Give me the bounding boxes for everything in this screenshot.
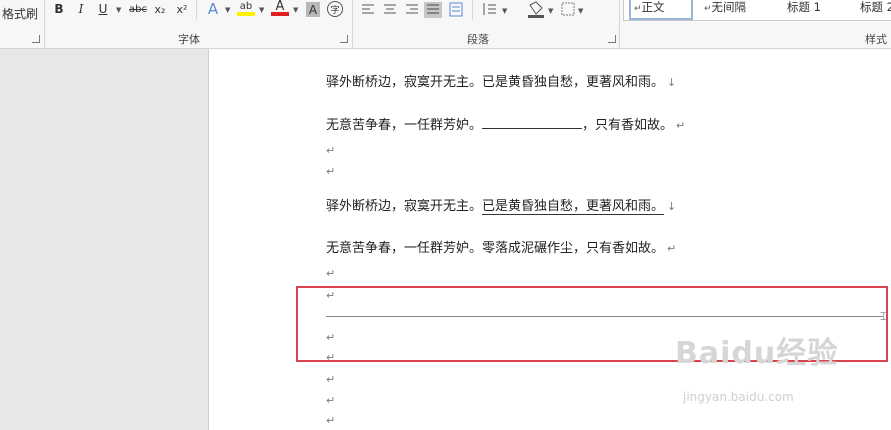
paragraph-mark: ↵ — [326, 414, 336, 427]
ribbon: 格式刷 B I U ▼ abc x₂ x² A ▼ ab ▼ A ▼ A 字 字… — [0, 0, 891, 49]
paragraph-2[interactable]: 无意苦争春，一任群芳妒。 ，只有香如故。 ↵ — [326, 114, 685, 133]
line-break-mark: ↓ — [667, 76, 677, 89]
paragraph-group-label: 段落 — [467, 33, 489, 46]
paragraph-mark: ↵ — [326, 267, 336, 280]
style-no-spacing-label: 无间隔 — [711, 0, 747, 14]
paragraph-text: 驿外断桥边，寂寞开无主。已是黄昏独自愁，更著风和雨。 — [326, 75, 665, 90]
paragraph-text: 无意苦争春，一任群芳妒。 — [326, 118, 483, 133]
svg-text:▼: ▼ — [548, 7, 554, 15]
style-normal[interactable]: ↵正文 — [629, 0, 693, 20]
format-painter-button[interactable]: 格式刷 — [0, 4, 40, 22]
underline-dropdown-icon[interactable]: ▼ — [116, 6, 121, 14]
baidu-watermark: Baidu经验 jingyan.baidu.com — [675, 328, 839, 404]
empty-paragraph[interactable]: ↵ — [326, 164, 335, 179]
paragraph-mark: ↵ — [326, 394, 336, 407]
highlight-dropdown-icon[interactable]: ▼ — [259, 6, 264, 14]
empty-paragraph[interactable]: ↵ — [326, 372, 335, 387]
paragraph-mark: ↵ — [326, 373, 336, 386]
paragraph-text: 驿外断桥边，寂寞开无主。 — [326, 199, 483, 214]
line-break-mark: ↓ — [667, 200, 677, 213]
watermark-logo: Baidu经验 — [675, 336, 839, 371]
font-group-label: 字体 — [178, 33, 200, 46]
enclose-character-button[interactable]: 字 — [327, 1, 343, 17]
font-launcher-icon[interactable] — [340, 35, 348, 43]
separator — [352, 0, 353, 48]
underline-button[interactable]: U — [96, 0, 110, 18]
paragraph-mark: ↵ — [676, 119, 686, 132]
paragraph-mark: ↵ — [667, 242, 677, 255]
superscript-button[interactable]: x² — [174, 0, 190, 18]
watermark-url: jingyan.baidu.com — [683, 390, 794, 404]
svg-text:▼: ▼ — [578, 7, 584, 15]
paragraph-text: 无意苦争春，一任群芳妒。零落成泥碾作尘，只有香如故。 — [326, 241, 665, 256]
svg-text:▼: ▼ — [502, 7, 508, 15]
alignment-icons[interactable] — [360, 2, 470, 18]
paragraph-launcher-icon[interactable] — [608, 35, 616, 43]
empty-paragraph[interactable]: ↵ — [326, 266, 335, 281]
styles-group-label: 样式 — [865, 33, 887, 46]
underlined-text: 已是黄昏独自愁，更著风和雨。 — [482, 199, 665, 215]
text-effects-button[interactable]: A — [204, 0, 222, 18]
highlight-button[interactable]: ab — [237, 0, 255, 16]
empty-paragraph[interactable]: ↵ — [326, 413, 335, 428]
text-effects-dropdown-icon[interactable]: ▼ — [225, 6, 230, 14]
style-heading-1[interactable]: 标题 1 — [787, 0, 837, 18]
separator — [196, 0, 197, 20]
empty-paragraph[interactable]: ↵ — [326, 143, 335, 158]
font-color-dropdown-icon[interactable]: ▼ — [293, 6, 298, 14]
separator — [472, 0, 473, 20]
clipboard-launcher-icon[interactable] — [32, 35, 40, 43]
style-normal-label: 正文 — [641, 0, 665, 14]
paragraph-3[interactable]: 驿外断桥边，寂寞开无主。已是黄昏独自愁，更著风和雨。 ↓ — [326, 195, 677, 215]
left-navigation-pane — [0, 49, 209, 430]
strikethrough-button[interactable]: abc — [128, 0, 148, 18]
character-shading-button[interactable]: A — [306, 2, 320, 17]
fill-in-blank-underline — [482, 116, 583, 129]
paragraph-mark: ↵ — [326, 144, 336, 157]
styles-gallery[interactable]: ↵正文 ↵无间隔 标题 1 标题 2 — [623, 0, 891, 21]
style-heading-2[interactable]: 标题 2 — [860, 0, 891, 18]
font-color-button[interactable]: A — [271, 0, 289, 16]
style-no-spacing[interactable]: ↵无间隔 — [704, 0, 770, 18]
paragraph-mark: ↵ — [326, 165, 336, 178]
subscript-button[interactable]: x₂ — [152, 0, 168, 18]
separator — [44, 0, 45, 48]
spacing-shading-border-icons[interactable]: ▼ ▼ ▼ — [478, 1, 628, 19]
italic-button[interactable]: I — [74, 0, 88, 18]
paragraph-4[interactable]: 无意苦争春，一任群芳妒。零落成泥碾作尘，只有香如故。 ↵ — [326, 237, 676, 256]
bold-button[interactable]: B — [52, 0, 66, 18]
paragraph-1[interactable]: 驿外断桥边，寂寞开无主。已是黄昏独自愁，更著风和雨。 ↓ — [326, 71, 676, 90]
paragraph-text: ，只有香如故。 — [582, 118, 674, 133]
empty-paragraph[interactable]: ↵ — [326, 393, 335, 408]
separator — [619, 0, 620, 48]
